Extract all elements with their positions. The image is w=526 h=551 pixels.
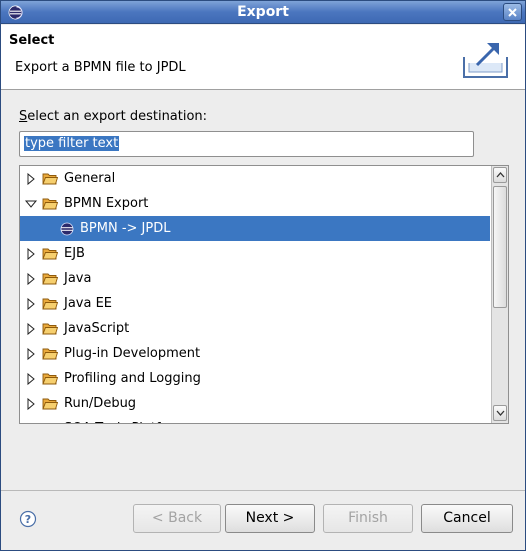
- expanded-arrow-icon[interactable]: [24, 197, 38, 211]
- close-icon: [508, 7, 517, 17]
- collapsed-arrow-icon[interactable]: [24, 347, 38, 361]
- collapsed-arrow-icon[interactable]: [24, 372, 38, 386]
- collapsed-arrow-icon[interactable]: [24, 272, 38, 286]
- tree-item-label: General: [64, 171, 116, 186]
- eclipse-icon: [60, 222, 74, 235]
- finish-button[interactable]: Finish: [323, 504, 413, 533]
- tree-item[interactable]: Profiling and Logging: [20, 366, 490, 391]
- folder-icon: [42, 173, 58, 185]
- back-button[interactable]: < Back: [133, 504, 221, 533]
- next-button[interactable]: Next >: [225, 504, 315, 533]
- tree-item[interactable]: Java: [20, 266, 490, 291]
- tree-item-label: Profiling and Logging: [64, 371, 201, 386]
- folder-icon: [42, 298, 58, 310]
- title-bar[interactable]: Export: [1, 1, 525, 24]
- tree-item-label: SOA Tools Platform: [64, 421, 186, 423]
- tree-item[interactable]: JavaScript: [20, 316, 490, 341]
- export-destination-tree[interactable]: General BPMN Export BPMN -> JPDL EJB Java Jav…: [19, 165, 509, 424]
- tree-item[interactable]: Plug-in Development: [20, 341, 490, 366]
- tree-item[interactable]: SOA Tools Platform: [20, 416, 490, 425]
- filter-label: Select an export destination:: [19, 109, 207, 124]
- filter-input-value: type filter text: [24, 136, 120, 151]
- tree-item[interactable]: Java EE: [20, 291, 490, 316]
- tree-item-label: Java: [64, 271, 92, 286]
- export-dialog: Export Select Export a BPMN file to JPDL…: [0, 0, 526, 551]
- wizard-header: Select Export a BPMN file to JPDL: [1, 25, 525, 90]
- collapsed-arrow-icon[interactable]: [24, 397, 38, 411]
- chevron-up-icon: [496, 172, 504, 178]
- filter-input[interactable]: type filter text: [19, 131, 474, 157]
- tree-item-label: EJB: [64, 246, 85, 261]
- svg-text:?: ?: [25, 513, 31, 526]
- folder-icon: [42, 323, 58, 335]
- cancel-button[interactable]: Cancel: [421, 504, 513, 533]
- folder-icon: [42, 348, 58, 360]
- folder-icon: [42, 273, 58, 285]
- folder-open-icon: [42, 198, 58, 210]
- tree-item-label: Plug-in Development: [64, 346, 201, 361]
- collapsed-arrow-icon[interactable]: [24, 172, 38, 186]
- page-description: Export a BPMN file to JPDL: [15, 60, 186, 75]
- filter-label-text: elect an export destination:: [27, 109, 208, 124]
- tree-item-label: BPMN Export: [64, 196, 149, 211]
- export-wizard-icon: [463, 43, 508, 78]
- scroll-down-button[interactable]: [493, 405, 507, 421]
- scroll-thumb[interactable]: [493, 186, 507, 308]
- folder-icon: [42, 373, 58, 385]
- tree-item-label: BPMN -> JPDL: [80, 221, 171, 236]
- help-icon[interactable]: ?: [19, 510, 37, 528]
- tree-item-label: JavaScript: [64, 321, 130, 336]
- folder-icon: [42, 422, 58, 424]
- window-title: Export: [237, 4, 289, 20]
- folder-icon: [42, 248, 58, 260]
- scroll-up-button[interactable]: [493, 167, 507, 183]
- tree-item[interactable]: BPMN Export: [20, 191, 490, 216]
- tree-item-label: Java EE: [64, 296, 113, 311]
- collapsed-arrow-icon[interactable]: [24, 422, 38, 425]
- vertical-scrollbar[interactable]: [491, 166, 508, 423]
- collapsed-arrow-icon[interactable]: [24, 322, 38, 336]
- page-title: Select: [9, 33, 55, 48]
- chevron-down-icon: [496, 410, 504, 416]
- collapsed-arrow-icon[interactable]: [24, 247, 38, 261]
- collapsed-arrow-icon[interactable]: [24, 297, 38, 311]
- tree-item[interactable]: EJB: [20, 241, 490, 266]
- folder-icon: [42, 398, 58, 410]
- footer-separator: [1, 490, 525, 491]
- close-button[interactable]: [503, 3, 522, 21]
- tree-item[interactable]: Run/Debug: [20, 391, 490, 416]
- tree-item-label: Run/Debug: [64, 396, 137, 411]
- tree-item[interactable]: General: [20, 166, 490, 191]
- tree-item[interactable]: BPMN -> JPDL: [20, 216, 490, 241]
